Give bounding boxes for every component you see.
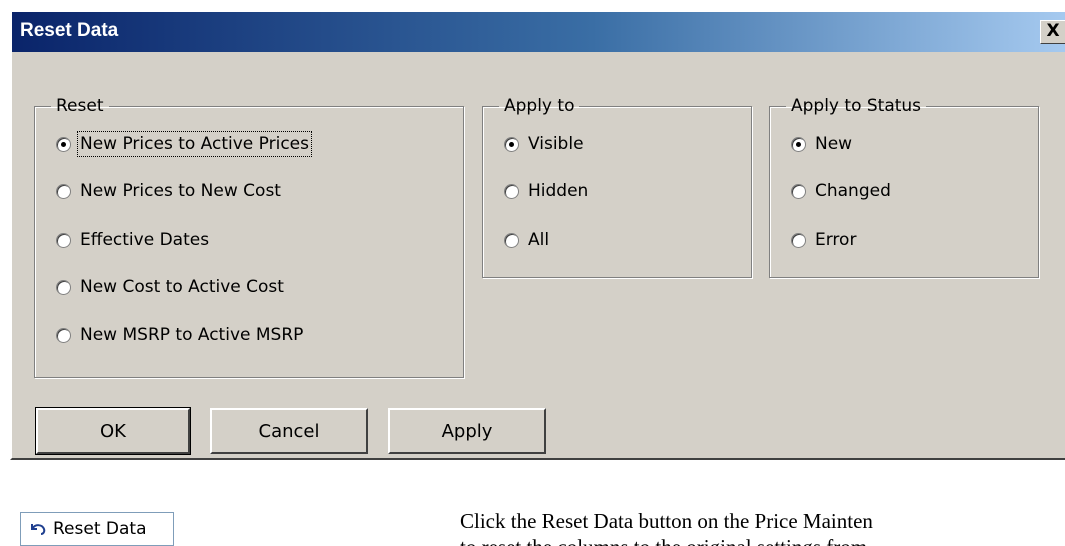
radio-button-icon[interactable] [56,279,71,295]
reset-data-dialog: Reset Data X Reset New Prices to Active … [10,10,1065,460]
radio-new-prices-to-active-prices[interactable]: New Prices to Active Prices [56,131,313,157]
ok-button-label: OK [100,420,126,442]
close-button[interactable]: X [1040,20,1065,44]
apply-to-status-group-legend: Apply to Status [791,96,922,116]
radio-label: New Prices to New Cost [80,181,281,201]
apply-button-label: Apply [441,420,493,442]
radio-button-icon[interactable] [504,136,519,152]
dialog-title: Reset Data [20,20,119,41]
radio-button-icon[interactable] [791,232,806,248]
radio-status-error[interactable]: Error [791,227,856,253]
cancel-button[interactable]: Cancel [210,408,368,454]
radio-new-cost-to-active-cost[interactable]: New Cost to Active Cost [56,274,284,300]
radio-button-icon[interactable] [56,232,71,248]
radio-label: Changed [815,181,891,201]
radio-button-icon[interactable] [791,136,806,152]
description-line-2: to reset the columns to the original set… [460,534,1065,546]
radio-button-icon[interactable] [791,183,806,199]
radio-button-icon[interactable] [56,136,71,152]
radio-label: New MSRP to Active MSRP [80,325,304,345]
radio-status-new[interactable]: New [791,131,852,157]
radio-new-msrp-to-active-msrp[interactable]: New MSRP to Active MSRP [56,322,303,348]
reset-data-toolbar-label: Reset Data [53,519,147,539]
close-icon: X [1046,21,1060,41]
radio-new-prices-to-new-cost[interactable]: New Prices to New Cost [56,178,281,204]
radio-label: Visible [528,134,584,154]
apply-button[interactable]: Apply [388,408,546,454]
cancel-button-label: Cancel [258,420,320,442]
radio-button-icon[interactable] [56,327,71,343]
radio-label: New Cost to Active Cost [80,277,284,297]
undo-arrow-icon [31,524,46,535]
dialog-title-bar[interactable]: Reset Data X [12,12,1065,52]
description-text: Click the Reset Data button on the Price… [460,508,1065,546]
reset-group-legend: Reset [56,96,104,116]
radio-label: Error [815,230,857,250]
radio-label: Hidden [528,181,589,201]
radio-label: Effective Dates [80,230,210,250]
radio-button-icon[interactable] [504,183,519,199]
radio-hidden[interactable]: Hidden [504,178,588,204]
reset-data-toolbar-button[interactable]: Reset Data [20,512,174,546]
apply-to-group-legend: Apply to [504,96,575,116]
radio-button-icon[interactable] [504,232,519,248]
radio-visible[interactable]: Visible [504,131,584,157]
radio-all[interactable]: All [504,227,549,253]
radio-button-icon[interactable] [56,183,71,199]
radio-status-changed[interactable]: Changed [791,178,891,204]
radio-effective-dates[interactable]: Effective Dates [56,227,209,253]
ok-button[interactable]: OK [35,407,191,455]
radio-label: New Prices to Active Prices [76,131,313,157]
description-line-1: Click the Reset Data button on the Price… [460,509,873,533]
radio-label: New [815,134,853,154]
radio-label: All [528,230,550,250]
